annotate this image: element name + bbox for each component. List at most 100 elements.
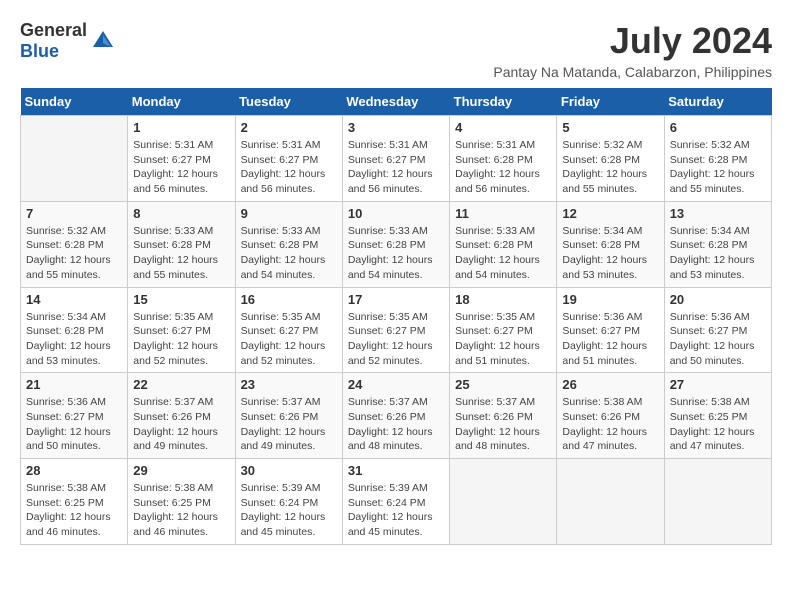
day-info: Sunrise: 5:39 AM Sunset: 6:24 PM Dayligh… xyxy=(348,481,444,540)
col-tuesday: Tuesday xyxy=(235,88,342,116)
calendar-cell: 17 Sunrise: 5:35 AM Sunset: 6:27 PM Dayl… xyxy=(342,287,449,373)
daylight-text: Daylight: 12 hours and 49 minutes. xyxy=(241,426,326,453)
day-number: 31 xyxy=(348,463,444,478)
day-number: 3 xyxy=(348,120,444,135)
day-info: Sunrise: 5:36 AM Sunset: 6:27 PM Dayligh… xyxy=(562,310,658,369)
calendar-cell: 5 Sunrise: 5:32 AM Sunset: 6:28 PM Dayli… xyxy=(557,116,664,202)
sunset-text: Sunset: 6:28 PM xyxy=(26,325,104,337)
daylight-text: Daylight: 12 hours and 48 minutes. xyxy=(455,426,540,453)
day-number: 28 xyxy=(26,463,122,478)
day-number: 6 xyxy=(670,120,766,135)
day-info: Sunrise: 5:37 AM Sunset: 6:26 PM Dayligh… xyxy=(133,395,229,454)
sunset-text: Sunset: 6:24 PM xyxy=(348,497,426,509)
calendar-cell: 9 Sunrise: 5:33 AM Sunset: 6:28 PM Dayli… xyxy=(235,201,342,287)
daylight-text: Daylight: 12 hours and 56 minutes. xyxy=(348,168,433,195)
sunrise-text: Sunrise: 5:39 AM xyxy=(348,482,428,494)
calendar-week-5: 28 Sunrise: 5:38 AM Sunset: 6:25 PM Dayl… xyxy=(21,459,772,545)
day-number: 21 xyxy=(26,377,122,392)
sunrise-text: Sunrise: 5:37 AM xyxy=(241,396,321,408)
sunrise-text: Sunrise: 5:31 AM xyxy=(348,139,428,151)
calendar-cell: 3 Sunrise: 5:31 AM Sunset: 6:27 PM Dayli… xyxy=(342,116,449,202)
sunrise-text: Sunrise: 5:31 AM xyxy=(241,139,321,151)
day-info: Sunrise: 5:32 AM Sunset: 6:28 PM Dayligh… xyxy=(670,138,766,197)
sunset-text: Sunset: 6:25 PM xyxy=(26,497,104,509)
day-number: 23 xyxy=(241,377,337,392)
sunrise-text: Sunrise: 5:33 AM xyxy=(133,225,213,237)
calendar-cell: 24 Sunrise: 5:37 AM Sunset: 6:26 PM Dayl… xyxy=(342,373,449,459)
sunset-text: Sunset: 6:25 PM xyxy=(670,411,748,423)
calendar-cell: 2 Sunrise: 5:31 AM Sunset: 6:27 PM Dayli… xyxy=(235,116,342,202)
daylight-text: Daylight: 12 hours and 48 minutes. xyxy=(348,426,433,453)
sunset-text: Sunset: 6:27 PM xyxy=(241,154,319,166)
day-number: 5 xyxy=(562,120,658,135)
sunset-text: Sunset: 6:27 PM xyxy=(348,325,426,337)
calendar-cell: 29 Sunrise: 5:38 AM Sunset: 6:25 PM Dayl… xyxy=(128,459,235,545)
sunrise-text: Sunrise: 5:32 AM xyxy=(26,225,106,237)
day-number: 1 xyxy=(133,120,229,135)
col-sunday: Sunday xyxy=(21,88,128,116)
sunrise-text: Sunrise: 5:34 AM xyxy=(562,225,642,237)
sunset-text: Sunset: 6:28 PM xyxy=(670,154,748,166)
sunset-text: Sunset: 6:28 PM xyxy=(348,239,426,251)
logo-icon xyxy=(89,27,117,55)
sunrise-text: Sunrise: 5:33 AM xyxy=(348,225,428,237)
calendar-cell: 26 Sunrise: 5:38 AM Sunset: 6:26 PM Dayl… xyxy=(557,373,664,459)
calendar-cell: 11 Sunrise: 5:33 AM Sunset: 6:28 PM Dayl… xyxy=(450,201,557,287)
calendar-cell: 30 Sunrise: 5:39 AM Sunset: 6:24 PM Dayl… xyxy=(235,459,342,545)
calendar-cell: 10 Sunrise: 5:33 AM Sunset: 6:28 PM Dayl… xyxy=(342,201,449,287)
day-info: Sunrise: 5:32 AM Sunset: 6:28 PM Dayligh… xyxy=(26,224,122,283)
daylight-text: Daylight: 12 hours and 54 minutes. xyxy=(241,254,326,281)
day-number: 26 xyxy=(562,377,658,392)
calendar-cell: 22 Sunrise: 5:37 AM Sunset: 6:26 PM Dayl… xyxy=(128,373,235,459)
daylight-text: Daylight: 12 hours and 55 minutes. xyxy=(133,254,218,281)
day-info: Sunrise: 5:31 AM Sunset: 6:27 PM Dayligh… xyxy=(241,138,337,197)
day-info: Sunrise: 5:35 AM Sunset: 6:27 PM Dayligh… xyxy=(241,310,337,369)
sunset-text: Sunset: 6:26 PM xyxy=(562,411,640,423)
sunrise-text: Sunrise: 5:36 AM xyxy=(670,311,750,323)
day-number: 15 xyxy=(133,292,229,307)
day-info: Sunrise: 5:38 AM Sunset: 6:25 PM Dayligh… xyxy=(670,395,766,454)
calendar-cell: 4 Sunrise: 5:31 AM Sunset: 6:28 PM Dayli… xyxy=(450,116,557,202)
calendar-cell: 18 Sunrise: 5:35 AM Sunset: 6:27 PM Dayl… xyxy=(450,287,557,373)
day-info: Sunrise: 5:33 AM Sunset: 6:28 PM Dayligh… xyxy=(348,224,444,283)
day-number: 18 xyxy=(455,292,551,307)
sunrise-text: Sunrise: 5:36 AM xyxy=(26,396,106,408)
sunrise-text: Sunrise: 5:37 AM xyxy=(455,396,535,408)
calendar-cell: 25 Sunrise: 5:37 AM Sunset: 6:26 PM Dayl… xyxy=(450,373,557,459)
day-number: 22 xyxy=(133,377,229,392)
sunrise-text: Sunrise: 5:31 AM xyxy=(133,139,213,151)
daylight-text: Daylight: 12 hours and 47 minutes. xyxy=(670,426,755,453)
day-info: Sunrise: 5:31 AM Sunset: 6:27 PM Dayligh… xyxy=(133,138,229,197)
calendar-cell xyxy=(664,459,771,545)
sunset-text: Sunset: 6:28 PM xyxy=(241,239,319,251)
sunset-text: Sunset: 6:28 PM xyxy=(562,154,640,166)
day-info: Sunrise: 5:38 AM Sunset: 6:25 PM Dayligh… xyxy=(133,481,229,540)
day-number: 11 xyxy=(455,206,551,221)
sunrise-text: Sunrise: 5:35 AM xyxy=(241,311,321,323)
page-header: General Blue July 2024 Pantay Na Matanda… xyxy=(20,20,772,80)
daylight-text: Daylight: 12 hours and 52 minutes. xyxy=(133,340,218,367)
sunset-text: Sunset: 6:28 PM xyxy=(455,239,533,251)
daylight-text: Daylight: 12 hours and 55 minutes. xyxy=(562,168,647,195)
calendar-cell: 27 Sunrise: 5:38 AM Sunset: 6:25 PM Dayl… xyxy=(664,373,771,459)
calendar-week-2: 7 Sunrise: 5:32 AM Sunset: 6:28 PM Dayli… xyxy=(21,201,772,287)
logo-blue: Blue xyxy=(20,41,59,61)
daylight-text: Daylight: 12 hours and 49 minutes. xyxy=(133,426,218,453)
day-number: 4 xyxy=(455,120,551,135)
calendar-week-3: 14 Sunrise: 5:34 AM Sunset: 6:28 PM Dayl… xyxy=(21,287,772,373)
daylight-text: Daylight: 12 hours and 47 minutes. xyxy=(562,426,647,453)
sunrise-text: Sunrise: 5:37 AM xyxy=(348,396,428,408)
day-number: 20 xyxy=(670,292,766,307)
sunset-text: Sunset: 6:27 PM xyxy=(133,154,211,166)
sunset-text: Sunset: 6:26 PM xyxy=(455,411,533,423)
daylight-text: Daylight: 12 hours and 55 minutes. xyxy=(26,254,111,281)
calendar-cell: 21 Sunrise: 5:36 AM Sunset: 6:27 PM Dayl… xyxy=(21,373,128,459)
daylight-text: Daylight: 12 hours and 52 minutes. xyxy=(241,340,326,367)
day-info: Sunrise: 5:34 AM Sunset: 6:28 PM Dayligh… xyxy=(562,224,658,283)
daylight-text: Daylight: 12 hours and 56 minutes. xyxy=(455,168,540,195)
sunrise-text: Sunrise: 5:39 AM xyxy=(241,482,321,494)
daylight-text: Daylight: 12 hours and 51 minutes. xyxy=(455,340,540,367)
month-year-title: July 2024 xyxy=(493,20,772,62)
daylight-text: Daylight: 12 hours and 54 minutes. xyxy=(348,254,433,281)
daylight-text: Daylight: 12 hours and 45 minutes. xyxy=(348,511,433,538)
